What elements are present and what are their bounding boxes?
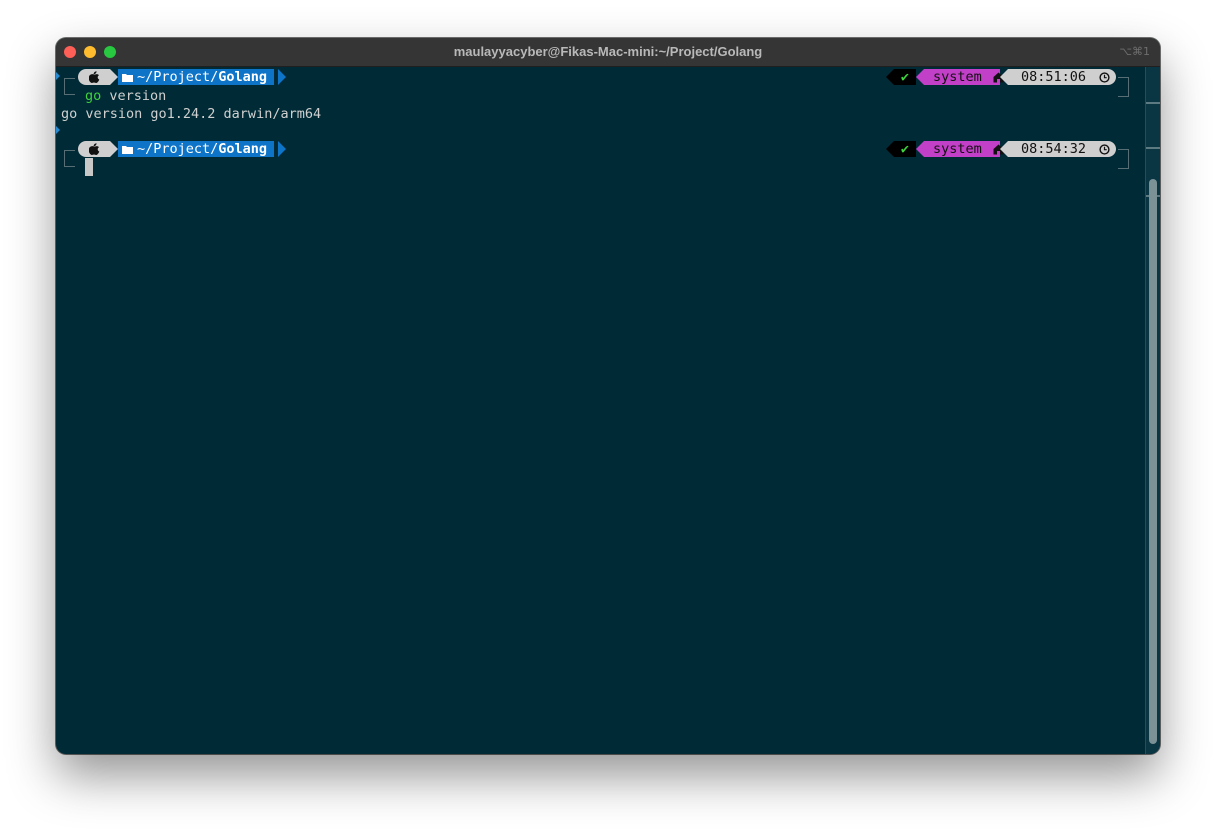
command-line: go version xyxy=(85,87,166,105)
command-args: version xyxy=(101,88,167,104)
status-segment-arrow xyxy=(886,69,894,85)
time-segment-arrow xyxy=(1000,69,1008,85)
os-segment xyxy=(78,69,110,85)
path-prefix: ~/Project/ xyxy=(137,69,219,85)
prompt-marker-icon xyxy=(56,126,60,134)
clock-icon xyxy=(1099,71,1110,83)
path-prefix: ~/Project/ xyxy=(137,141,219,157)
prompt-frame-bottom xyxy=(64,82,75,95)
time-segment-arrow xyxy=(1000,141,1008,157)
apple-icon xyxy=(88,143,100,155)
scrollbar[interactable] xyxy=(1145,67,1160,754)
path-segment-arrow xyxy=(278,141,286,157)
status-ok: ✔ xyxy=(894,141,916,157)
os-segment-arrow xyxy=(110,69,118,85)
folder-icon xyxy=(122,73,133,82)
time-segment: 08:51:06 xyxy=(1008,69,1116,85)
prompt-time: 08:51:06 xyxy=(1021,69,1087,85)
os-segment-arrow xyxy=(110,141,118,157)
prompt-marker-icon xyxy=(56,72,60,80)
terminal-window[interactable]: maulayyacyber@Fikas-Mac-mini:~/Project/G… xyxy=(56,38,1160,754)
status-ok: ✔ xyxy=(894,69,916,85)
env-name: system xyxy=(933,69,982,85)
title-bar[interactable]: maulayyacyber@Fikas-Mac-mini:~/Project/G… xyxy=(56,38,1160,67)
path-dir: Golang xyxy=(218,69,268,85)
os-segment xyxy=(78,141,110,157)
env-segment-arrow xyxy=(916,69,924,85)
env-segment-arrow xyxy=(916,141,924,157)
window-shortcut: ⌥⌘1 xyxy=(1119,45,1150,58)
path-dir: Golang xyxy=(218,141,268,157)
apple-icon xyxy=(88,71,100,83)
time-segment: 08:54:32 xyxy=(1008,141,1116,157)
scroll-mark xyxy=(1146,102,1160,104)
env-name: system xyxy=(933,141,982,157)
clock-icon xyxy=(1099,143,1110,155)
command-output: go version go1.24.2 darwin/arm64 xyxy=(61,106,322,122)
terminal-content[interactable]: ~/Project/Golang ✔ system 08:51:06 go ve… xyxy=(56,67,1146,754)
prompt-frame-right xyxy=(1118,77,1129,97)
scrollbar-thumb[interactable] xyxy=(1149,179,1157,744)
text-cursor xyxy=(85,158,93,176)
prompt-time: 08:54:32 xyxy=(1021,141,1087,157)
scroll-mark xyxy=(1146,147,1160,149)
path-segment-arrow xyxy=(278,69,286,85)
env-segment: system xyxy=(924,69,1004,85)
status-segment-arrow xyxy=(886,141,894,157)
path-segment: ~/Project/Golang xyxy=(118,141,274,157)
prompt-frame-right xyxy=(1118,149,1129,169)
window-title: maulayyacyber@Fikas-Mac-mini:~/Project/G… xyxy=(453,44,763,59)
folder-icon xyxy=(122,145,133,154)
path-segment: ~/Project/Golang xyxy=(118,69,274,85)
command-name: go xyxy=(85,88,102,104)
env-segment: system xyxy=(924,141,1004,157)
prompt-frame-bottom xyxy=(64,154,75,167)
